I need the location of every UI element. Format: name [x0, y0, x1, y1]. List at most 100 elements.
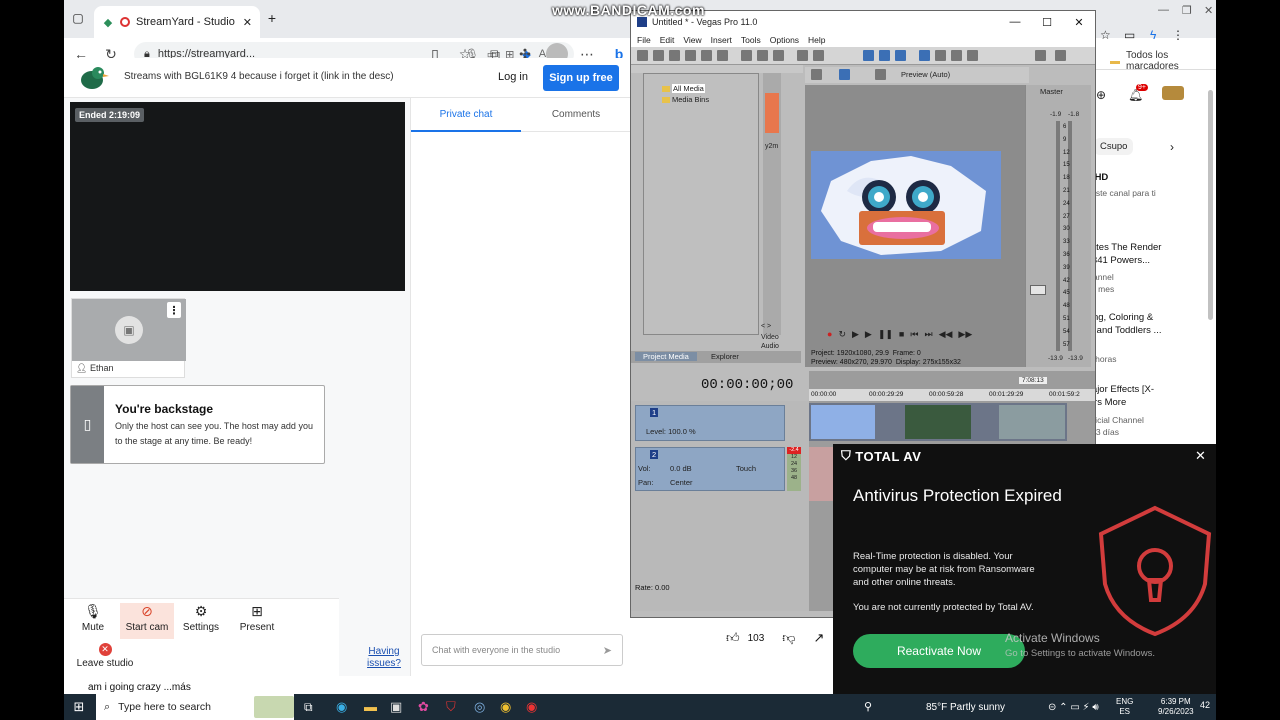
- zoom-tool-icon[interactable]: [967, 50, 978, 61]
- play-from-start-icon[interactable]: ▶: [852, 329, 859, 343]
- tab-comments[interactable]: Comments: [521, 98, 631, 132]
- vegas-close-icon[interactable]: ✕: [1063, 11, 1095, 33]
- record-icon[interactable]: ●: [827, 329, 832, 343]
- audio-clip[interactable]: [809, 447, 835, 501]
- minimize-icon[interactable]: —: [1158, 4, 1169, 16]
- preview-quality[interactable]: Preview (Auto): [901, 70, 950, 79]
- present-button[interactable]: ⊞ Present: [232, 603, 282, 639]
- new-tab-icon[interactable]: +: [264, 10, 280, 26]
- audio-track-header[interactable]: 2 Vol: 0.0 dB Touch Pan: Center -2.4 12 …: [635, 447, 801, 491]
- login-link[interactable]: Log in: [498, 71, 528, 83]
- close-window-icon[interactable]: ✕: [1204, 4, 1213, 17]
- edge-icon[interactable]: ◉: [336, 699, 347, 715]
- filter-chip[interactable]: Csupo: [1094, 138, 1134, 155]
- taskbar-search[interactable]: ⌕ Type here to search: [96, 694, 294, 720]
- language-indicator[interactable]: ENG ES: [1116, 697, 1133, 717]
- vegas-minimize-icon[interactable]: —: [999, 11, 1031, 33]
- menu-insert[interactable]: Insert: [711, 35, 732, 45]
- scrollbar-thumb[interactable]: [1208, 90, 1213, 320]
- copy-icon[interactable]: [757, 50, 768, 61]
- bookmarks-bar[interactable]: ▬ Todos los marcadores: [1110, 50, 1216, 72]
- normal-edit-tool-icon[interactable]: [919, 50, 930, 61]
- channel-avatar[interactable]: [1162, 86, 1184, 100]
- reactivate-button[interactable]: Reactivate Now: [853, 634, 1025, 668]
- selection-tool-icon[interactable]: [951, 50, 962, 61]
- weather-widget[interactable]: 85°F Partly sunny: [926, 702, 1005, 713]
- vegas-maximize-icon[interactable]: ☐: [1031, 11, 1063, 33]
- tab-icon[interactable]: ▭: [1124, 28, 1135, 42]
- create-icon[interactable]: ⊕: [1096, 88, 1106, 102]
- bandicam-taskbar-icon[interactable]: ◉: [526, 699, 537, 715]
- having-issues-link[interactable]: Having issues?: [364, 646, 404, 670]
- paste-icon[interactable]: [773, 50, 784, 61]
- menu-dots-icon[interactable]: ⋮: [1172, 28, 1184, 42]
- menu-view[interactable]: View: [683, 35, 701, 45]
- task-view-icon[interactable]: ⧉: [304, 700, 313, 715]
- video-description-snippet[interactable]: am i going crazy ...más: [88, 682, 191, 693]
- playback-rate[interactable]: Rate: 0.00: [635, 583, 670, 592]
- start-cam-button[interactable]: ⊘ Start cam: [120, 603, 174, 639]
- people-icon[interactable]: ⚲: [864, 700, 872, 713]
- time-ruler[interactable]: 00:00:00 00:00:29:29 00:00:59:28 00:01:2…: [809, 389, 1095, 401]
- envelope-tool-icon[interactable]: [935, 50, 946, 61]
- tray-icons[interactable]: ⊝ ⌃ ▭ ⚡ 🔊︎: [1048, 702, 1099, 713]
- stop-icon[interactable]: ■: [899, 329, 904, 343]
- snap-icon[interactable]: [863, 50, 874, 61]
- participant-card[interactable]: ▣ ⋮ 👤︎ Ethan: [71, 298, 186, 378]
- redo-icon[interactable]: [813, 50, 824, 61]
- tab-explorer[interactable]: Explorer: [711, 352, 739, 361]
- track-level[interactable]: Level: 100.0 %: [646, 427, 696, 436]
- app-pink-icon[interactable]: ✿: [418, 699, 429, 715]
- tab-project-media[interactable]: Project Media: [635, 352, 697, 361]
- chat-input[interactable]: Chat with everyone in the studio ➤: [421, 634, 623, 666]
- menu-file[interactable]: File: [637, 35, 651, 45]
- auto-ripple-icon[interactable]: [879, 50, 890, 61]
- vegas-taskbar-icon[interactable]: ◎: [474, 699, 485, 715]
- go-start-icon[interactable]: ⏮: [910, 329, 918, 343]
- loop-icon[interactable]: ↻: [838, 329, 846, 343]
- tab-actions-icon[interactable]: ▢: [70, 10, 86, 26]
- new-project-icon[interactable]: [637, 50, 648, 61]
- menu-help[interactable]: Help: [808, 35, 825, 45]
- star-icon[interactable]: ☆: [1100, 28, 1111, 42]
- participant-menu-icon[interactable]: ⋮: [167, 302, 181, 318]
- next-frame-icon[interactable]: ▶▶: [958, 329, 972, 343]
- master-fader[interactable]: [1030, 285, 1046, 295]
- media-tree-all[interactable]: All Media: [672, 84, 705, 93]
- prev-frame-icon[interactable]: ◀◀: [939, 329, 953, 343]
- file-explorer-icon[interactable]: ▬: [364, 699, 377, 714]
- media-tree-bins[interactable]: Media Bins: [672, 95, 709, 104]
- settings-button[interactable]: ⚙︎ Settings: [176, 603, 226, 639]
- open-icon[interactable]: [653, 50, 664, 61]
- automation-mode[interactable]: Touch: [736, 464, 756, 473]
- like-icon[interactable]: 👍︎: [726, 630, 740, 646]
- close-icon[interactable]: ✕: [1195, 448, 1206, 464]
- video-track-header[interactable]: 1 Level: 100.0 %: [635, 405, 785, 441]
- menu-edit[interactable]: Edit: [660, 35, 675, 45]
- media-nav-arrows[interactable]: < >: [761, 323, 771, 330]
- whats-this-icon[interactable]: [1035, 50, 1046, 61]
- antivirus-tray-icon[interactable]: ⛉: [446, 699, 456, 715]
- signup-button[interactable]: Sign up free: [543, 65, 619, 91]
- browser-tab-streamyard[interactable]: ◆ StreamYard - Studio ✕: [94, 6, 260, 38]
- video-clip[interactable]: [809, 403, 1067, 441]
- clock[interactable]: 6:39 PM 9/26/2023: [1158, 697, 1194, 717]
- render-icon[interactable]: [701, 50, 712, 61]
- send-icon[interactable]: ➤: [603, 644, 612, 657]
- cut-icon[interactable]: [741, 50, 752, 61]
- chrome-icon[interactable]: ◉: [500, 699, 511, 715]
- go-end-icon[interactable]: ⏭: [924, 329, 932, 343]
- vol-value[interactable]: 0.0 dB: [670, 464, 692, 473]
- undo-icon[interactable]: [797, 50, 808, 61]
- share-icon[interactable]: ↗: [813, 630, 824, 646]
- menu-tools[interactable]: Tools: [741, 35, 761, 45]
- pan-value[interactable]: Center: [670, 478, 693, 487]
- lock-envelopes-icon[interactable]: [895, 50, 906, 61]
- properties-icon[interactable]: [717, 50, 728, 61]
- save-as-icon[interactable]: [685, 50, 696, 61]
- pause-icon[interactable]: ❚❚: [878, 329, 893, 343]
- extension-icon[interactable]: ϟ: [1150, 28, 1156, 42]
- preview-fx-icon[interactable]: [875, 69, 886, 80]
- help-icon[interactable]: [1055, 50, 1066, 61]
- notification-center[interactable]: 42: [1200, 700, 1210, 710]
